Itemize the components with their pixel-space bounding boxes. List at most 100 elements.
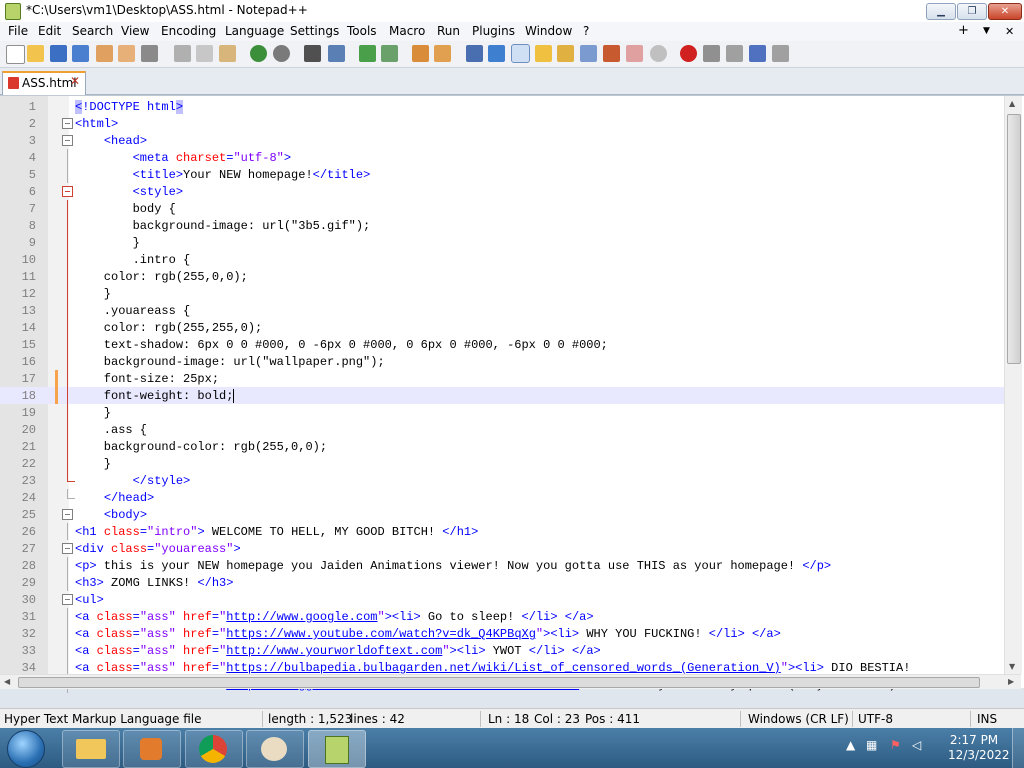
save-macro-icon[interactable] bbox=[772, 45, 789, 62]
replace-icon[interactable] bbox=[328, 45, 345, 62]
stop-recording-icon[interactable] bbox=[703, 45, 720, 62]
maximize-button[interactable]: ❐ bbox=[957, 3, 987, 20]
status-encoding[interactable]: UTF-8 bbox=[858, 712, 893, 726]
change-marker bbox=[55, 387, 58, 404]
print-icon[interactable] bbox=[141, 45, 158, 62]
redo-icon[interactable] bbox=[273, 45, 290, 62]
menu-encoding[interactable]: Encoding bbox=[161, 24, 216, 38]
network-icon[interactable]: ▦ bbox=[866, 738, 877, 752]
tab-list-dropdown[interactable]: ▼ bbox=[983, 26, 990, 36]
tab-ass-html[interactable]: ASS.html ✕ bbox=[2, 71, 86, 95]
menu-macro[interactable]: Macro bbox=[389, 24, 425, 38]
line-text: <h3> ZOMG LINKS! </h3> bbox=[75, 576, 234, 590]
scroll-down-icon[interactable]: ▼ bbox=[1009, 662, 1015, 671]
save-icon[interactable] bbox=[50, 45, 67, 62]
record-macro-icon[interactable] bbox=[680, 45, 697, 62]
document-list-icon[interactable] bbox=[626, 45, 643, 62]
volume-icon[interactable]: ◁ bbox=[912, 738, 921, 752]
close-icon[interactable] bbox=[96, 45, 113, 62]
action-center-icon[interactable]: ⚑ bbox=[890, 738, 901, 752]
new-tab-button[interactable]: + bbox=[958, 23, 969, 38]
media-player-icon[interactable] bbox=[123, 730, 181, 768]
folder-as-workspace-icon[interactable] bbox=[603, 45, 620, 62]
fold-toggle[interactable] bbox=[62, 543, 73, 554]
run-macro-multiple-icon[interactable] bbox=[749, 45, 766, 62]
document-map-icon[interactable] bbox=[557, 45, 574, 62]
start-button-icon[interactable] bbox=[7, 730, 45, 768]
line-text: <p> this is your NEW homepage you Jaiden… bbox=[75, 559, 832, 573]
line-number: 2 bbox=[28, 117, 36, 131]
copy-icon[interactable] bbox=[196, 45, 213, 62]
tab-close-button[interactable]: ✕ bbox=[70, 74, 80, 88]
function-list-icon[interactable] bbox=[580, 45, 597, 62]
cut-icon[interactable] bbox=[174, 45, 191, 62]
status-eol[interactable]: Windows (CR LF) bbox=[748, 712, 849, 726]
horizontal-scroll-thumb[interactable] bbox=[18, 677, 980, 688]
code-line: 27 <div class="youareass"> bbox=[0, 540, 1004, 557]
vertical-scrollbar[interactable]: ▲ ▼ bbox=[1004, 96, 1022, 674]
word-wrap-icon[interactable] bbox=[466, 45, 483, 62]
user-defined-language-icon[interactable] bbox=[535, 45, 552, 62]
playback-icon[interactable] bbox=[726, 45, 743, 62]
menu-search[interactable]: Search bbox=[72, 24, 113, 38]
find-icon[interactable] bbox=[304, 45, 321, 62]
menu-language[interactable]: Language bbox=[225, 24, 284, 38]
fold-toggle[interactable] bbox=[62, 135, 73, 146]
sync-horizontal-icon[interactable] bbox=[434, 45, 451, 62]
fold-line bbox=[67, 557, 68, 574]
save-all-icon[interactable] bbox=[72, 45, 89, 62]
close-document-button[interactable]: ✕ bbox=[1005, 25, 1014, 38]
code-editor[interactable]: 1 <!DOCTYPE html> 2 <html> 3 <head> 4 <met… bbox=[0, 95, 1024, 693]
line-text: color: rgb(255,0,0); bbox=[75, 270, 248, 284]
clock-date: 12/3/2022 bbox=[948, 748, 1010, 762]
menu-help[interactable]: ? bbox=[583, 24, 589, 38]
chrome-logo-icon bbox=[199, 735, 227, 763]
notepad-plus-plus-taskbar-button[interactable] bbox=[308, 730, 366, 768]
menu-run[interactable]: Run bbox=[437, 24, 460, 38]
menu-tools[interactable]: Tools bbox=[347, 24, 377, 38]
menu-file[interactable]: File bbox=[8, 24, 28, 38]
line-number: 9 bbox=[28, 236, 36, 250]
sync-vertical-icon[interactable] bbox=[412, 45, 429, 62]
scroll-up-icon[interactable]: ▲ bbox=[1009, 99, 1015, 108]
fold-toggle[interactable] bbox=[62, 186, 73, 197]
window-title: *C:\Users\vm1\Desktop\ASS.html - Notepad… bbox=[26, 3, 308, 17]
paste-icon[interactable] bbox=[219, 45, 236, 62]
undo-icon[interactable] bbox=[250, 45, 267, 62]
indent-guide-icon[interactable] bbox=[511, 44, 530, 63]
windows-explorer-icon[interactable] bbox=[62, 730, 120, 768]
code-line: 29 <h3> ZOMG LINKS! </h3> bbox=[0, 574, 1004, 591]
zoom-in-icon[interactable] bbox=[359, 45, 376, 62]
code-line: 5 <title>Your NEW homepage!</title> bbox=[0, 166, 1004, 183]
minimize-button[interactable]: ▁ bbox=[926, 3, 956, 20]
toolbar bbox=[0, 41, 1024, 68]
fold-toggle[interactable] bbox=[62, 509, 73, 520]
scroll-left-icon[interactable]: ◀ bbox=[4, 677, 10, 686]
fold-toggle[interactable] bbox=[62, 118, 73, 129]
vertical-scroll-thumb[interactable] bbox=[1007, 114, 1021, 364]
menu-window[interactable]: Window bbox=[525, 24, 572, 38]
show-desktop-button[interactable] bbox=[1012, 728, 1024, 768]
menu-settings[interactable]: Settings bbox=[290, 24, 339, 38]
show-all-characters-icon[interactable] bbox=[488, 45, 505, 62]
scroll-right-icon[interactable]: ▶ bbox=[1008, 677, 1014, 686]
menu-view[interactable]: View bbox=[121, 24, 149, 38]
zoom-out-icon[interactable] bbox=[381, 45, 398, 62]
menu-plugins[interactable]: Plugins bbox=[472, 24, 515, 38]
monitoring-icon[interactable] bbox=[650, 45, 667, 62]
paint-icon[interactable] bbox=[246, 730, 304, 768]
show-hidden-icons-icon[interactable]: ▲ bbox=[846, 738, 855, 752]
new-file-icon[interactable] bbox=[6, 45, 25, 64]
fold-end bbox=[67, 489, 75, 499]
close-window-button[interactable]: ✕ bbox=[988, 3, 1022, 20]
status-insert-mode[interactable]: INS bbox=[977, 712, 997, 726]
menu-edit[interactable]: Edit bbox=[38, 24, 61, 38]
chrome-icon[interactable] bbox=[185, 730, 243, 768]
horizontal-scrollbar[interactable]: ◀ ▶ bbox=[0, 674, 1021, 689]
fold-toggle[interactable] bbox=[62, 594, 73, 605]
line-number: 11 bbox=[21, 270, 36, 284]
fold-line bbox=[67, 285, 68, 302]
system-clock[interactable]: 2:17 PM 12/3/2022 bbox=[948, 733, 1010, 763]
close-all-icon[interactable] bbox=[118, 45, 135, 62]
open-file-icon[interactable] bbox=[27, 45, 44, 62]
